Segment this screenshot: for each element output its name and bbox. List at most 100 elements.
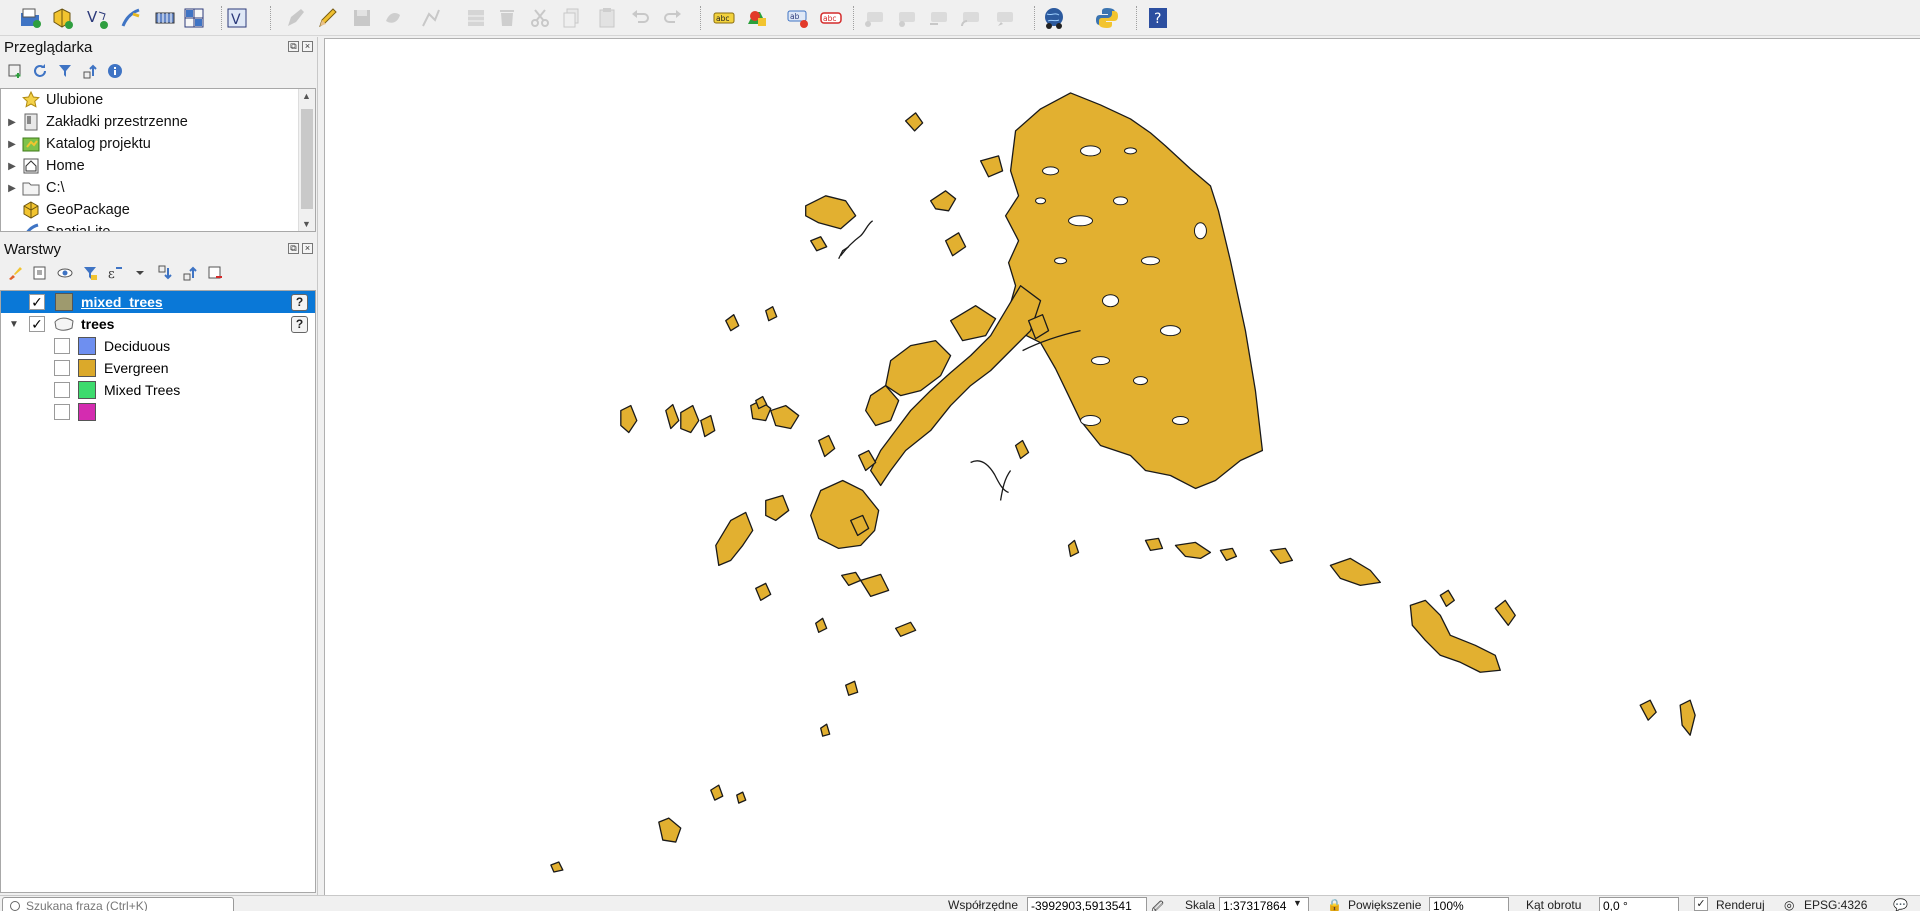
manage-map-themes-icon[interactable] (56, 264, 74, 282)
expand-arrow-icon[interactable]: ▶ (4, 161, 20, 172)
magnifier-field[interactable]: 100% (1429, 897, 1509, 911)
unknown-crs-icon[interactable]: ? (291, 293, 308, 311)
chevron-down-icon[interactable] (131, 264, 149, 282)
legend-item-checkbox[interactable] (54, 338, 70, 354)
scroll-down-icon[interactable]: ▼ (302, 219, 311, 229)
digitize-icon[interactable] (380, 5, 406, 31)
evergreen-polygon (944, 232, 967, 257)
delete-selected-icon[interactable] (494, 5, 520, 31)
show-hide-labels-icon[interactable] (893, 5, 919, 31)
new-temp-layer-icon[interactable] (152, 5, 178, 31)
lock-scale-icon[interactable]: 🔒 (1327, 898, 1342, 911)
redo-icon[interactable] (660, 5, 686, 31)
label-abc-icon[interactable]: abc (711, 5, 737, 31)
browser-item-project-home[interactable]: ▶ Katalog projektu (1, 133, 297, 155)
coordinate-field[interactable]: -3992903,5913541 (1027, 897, 1147, 911)
unknown-crs-icon[interactable]: ? (291, 315, 308, 333)
evergreen-polygon (665, 403, 680, 430)
legend-item-checkbox[interactable] (54, 382, 70, 398)
legend-item[interactable]: Mixed Trees (1, 379, 315, 401)
modify-attributes-icon[interactable] (463, 5, 489, 31)
browser-item-drive-c[interactable]: ▶ C:\ (1, 177, 297, 199)
new-shapefile-icon[interactable]: V (84, 5, 110, 31)
expand-arrow-icon[interactable]: ▶ (4, 183, 20, 194)
float-panel-icon[interactable]: ⧉ (288, 243, 299, 254)
copy-features-icon[interactable] (559, 5, 585, 31)
current-edits-icon[interactable] (283, 5, 309, 31)
svg-text:ab: ab (790, 12, 800, 21)
pin-labels-icon[interactable] (861, 5, 887, 31)
change-label-icon[interactable] (991, 5, 1017, 31)
collapse-all-icon[interactable] (81, 62, 99, 80)
filter-icon[interactable] (56, 62, 74, 80)
rotation-field[interactable]: 0,0 ° (1599, 897, 1679, 911)
legend-item[interactable]: Deciduous (1, 335, 315, 357)
scale-dropdown-icon[interactable]: ▼ (1293, 898, 1302, 908)
coordinate-toggle-icon[interactable]: 🖉 (1151, 898, 1164, 911)
diagram-options-icon[interactable] (744, 5, 770, 31)
legend-item-checkbox[interactable] (54, 404, 70, 420)
undo-icon[interactable] (627, 5, 653, 31)
browser-item-home[interactable]: ▶ Home (1, 155, 297, 177)
save-edits-icon[interactable] (349, 5, 375, 31)
messages-icon[interactable]: 💬 (1893, 898, 1908, 911)
crs-label[interactable]: EPSG:4326 (1804, 898, 1867, 911)
abc-red-icon[interactable]: abc (818, 5, 844, 31)
new-geopackage-icon[interactable] (49, 5, 75, 31)
expand-arrow-icon[interactable]: ▶ (4, 139, 20, 150)
legend-item[interactable]: Evergreen (1, 357, 315, 379)
info-icon[interactable] (106, 62, 124, 80)
render-checkbox[interactable]: ✓ (1694, 897, 1708, 911)
layer-row-mixed-trees[interactable]: ✓ mixed_trees ? (1, 291, 315, 313)
browser-scrollbar[interactable]: ▲ ▼ (298, 89, 315, 231)
layer-visibility-checkbox[interactable]: ✓ (29, 294, 45, 310)
remove-layer-icon[interactable] (206, 264, 224, 282)
globe-plugin-icon[interactable] (1041, 5, 1067, 31)
scroll-up-icon[interactable]: ▲ (302, 91, 311, 101)
browser-item-spatialite[interactable]: SpatiaLite (1, 221, 297, 231)
locator-search-input[interactable]: Szukana fraza (Ctrl+K) (2, 897, 234, 911)
layers-toolbar: ε (6, 264, 224, 282)
expand-all-icon[interactable] (156, 264, 174, 282)
browser-item-favorites[interactable]: Ulubione (1, 89, 297, 111)
browser-panel-title: Przeglądarka (4, 39, 93, 56)
cut-features-icon[interactable] (527, 5, 553, 31)
add-group-icon[interactable] (31, 264, 49, 282)
close-panel-icon[interactable]: × (302, 41, 313, 52)
toggle-editing-icon[interactable] (314, 5, 340, 31)
filter-expression-icon[interactable]: ε (106, 264, 124, 282)
browser-item-spatial-bookmarks[interactable]: ▶ Zakładki przestrzenne (1, 111, 297, 133)
open-project-icon[interactable] (17, 5, 43, 31)
browser-item-geopackage[interactable]: GeoPackage (1, 199, 297, 221)
legend-item-checkbox[interactable] (54, 360, 70, 376)
new-spatialite-icon[interactable] (118, 5, 144, 31)
refresh-icon[interactable] (31, 62, 49, 80)
crs-globe-icon[interactable]: ◎ (1784, 898, 1794, 911)
collapse-all-icon[interactable] (181, 264, 199, 282)
layer-row-trees[interactable]: ▼ ✓ trees ? (1, 313, 315, 335)
layer-visibility-checkbox[interactable]: ✓ (29, 316, 45, 332)
evergreen-polygon (894, 621, 917, 637)
layer-symbol-swatch[interactable] (55, 293, 73, 311)
paste-features-icon[interactable] (594, 5, 620, 31)
filter-legend-icon[interactable] (81, 264, 99, 282)
scroll-thumb[interactable] (301, 109, 313, 209)
add-selected-layers-icon[interactable] (6, 62, 24, 80)
evergreen-polygon (765, 306, 778, 322)
layer-labeling-icon[interactable]: ab (785, 5, 811, 31)
rotate-label-icon[interactable] (957, 5, 983, 31)
python-console-icon[interactable] (1094, 5, 1120, 31)
help-icon[interactable]: ? (1145, 5, 1171, 31)
expand-arrow-icon[interactable]: ▶ (4, 117, 20, 128)
style-brush-icon[interactable] (6, 264, 24, 282)
collapse-arrow-icon[interactable]: ▼ (9, 319, 25, 330)
data-source-manager-icon[interactable]: V (224, 5, 250, 31)
coordinate-label: Współrzędne (948, 898, 1019, 911)
new-virtual-layer-icon[interactable] (181, 5, 207, 31)
float-panel-icon[interactable]: ⧉ (288, 41, 299, 52)
move-label-icon[interactable] (925, 5, 951, 31)
vertex-tool-icon[interactable] (418, 5, 444, 31)
legend-item[interactable] (1, 401, 315, 423)
map-canvas[interactable] (324, 38, 1920, 895)
close-panel-icon[interactable]: × (302, 243, 313, 254)
